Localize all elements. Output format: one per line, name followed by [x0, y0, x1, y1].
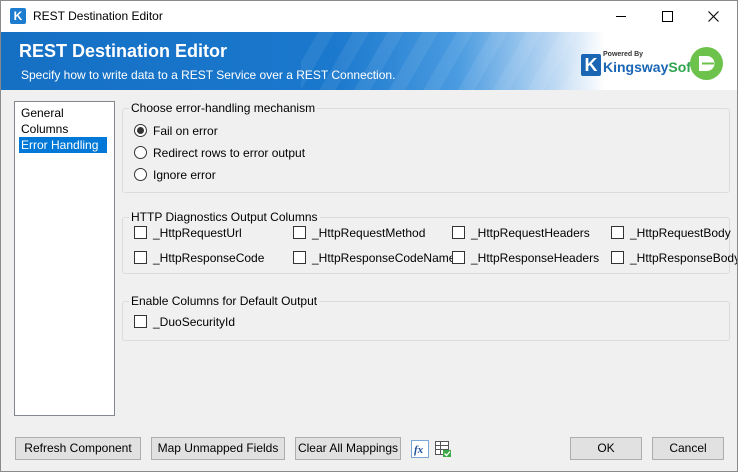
logo-name: KingswaySoft — [603, 59, 696, 75]
radio-button[interactable] — [134, 168, 147, 181]
minimize-button[interactable] — [599, 1, 645, 32]
checkbox[interactable] — [134, 315, 147, 328]
cancel-button[interactable]: Cancel — [652, 437, 724, 460]
radio-button[interactable] — [134, 124, 147, 137]
checkbox-label: _HttpResponseBody — [630, 251, 738, 265]
checkbox[interactable] — [452, 251, 465, 264]
checkbox-label: _HttpRequestMethod — [312, 226, 426, 240]
banner-subtitle: Specify how to write data to a REST Serv… — [21, 68, 396, 82]
checkbox-label: _DuoSecurityId — [153, 315, 236, 329]
kingswaysoft-logo: K Powered By KingswaySoft — [581, 50, 696, 80]
refresh-component-button[interactable]: Refresh Component — [15, 437, 141, 460]
editor-window: K REST Destination Editor REST Destinati… — [0, 0, 738, 472]
fx-icon[interactable]: fx — [411, 440, 429, 458]
default-output-group-title: Enable Columns for Default Output — [129, 294, 320, 308]
checkbox[interactable] — [134, 226, 147, 239]
checkbox-label: _HttpRequestUrl — [153, 226, 242, 240]
close-icon — [708, 11, 719, 22]
default-output-group: Enable Columns for Default Output _DuoSe… — [122, 294, 730, 341]
maximize-button[interactable] — [645, 1, 691, 32]
logo-powered-by: Powered By — [603, 51, 644, 58]
clear-all-mappings-button[interactable]: Clear All Mappings — [295, 437, 401, 460]
radio-button[interactable] — [134, 146, 147, 159]
close-button[interactable] — [691, 1, 737, 32]
header-banner: REST Destination Editor Specify how to w… — [1, 32, 737, 90]
checkbox[interactable] — [611, 251, 624, 264]
window-title: REST Destination Editor — [33, 9, 163, 23]
nav-item-columns[interactable]: Columns — [19, 121, 70, 137]
checkbox[interactable] — [134, 251, 147, 264]
duo-mark-icon — [699, 56, 715, 71]
radio-label: Redirect rows to error output — [153, 146, 306, 160]
radio-label: Ignore error — [153, 168, 216, 182]
map-unmapped-fields-button[interactable]: Map Unmapped Fields — [151, 437, 285, 460]
title-bar[interactable]: K REST Destination Editor — [1, 1, 737, 32]
minimize-icon — [616, 16, 626, 17]
grid-settings-icon[interactable] — [434, 440, 452, 458]
checkbox-label: _HttpRequestHeaders — [471, 226, 590, 240]
error-handling-group: Choose error-handling mechanism Fail on … — [122, 101, 730, 193]
page-list: General Columns Error Handling — [14, 101, 115, 416]
checkbox[interactable] — [452, 226, 465, 239]
radio-label: Fail on error — [153, 124, 218, 138]
banner-title: REST Destination Editor — [19, 41, 228, 61]
checkbox-label: _HttpResponseHeaders — [471, 251, 600, 265]
nav-item-general[interactable]: General — [19, 105, 66, 121]
checkbox-label: _HttpRequestBody — [630, 226, 731, 240]
app-icon: K — [10, 8, 26, 24]
svg-text:fx: fx — [414, 444, 424, 456]
checkbox-label: _HttpResponseCodeName — [312, 251, 456, 265]
ok-button[interactable]: OK — [570, 437, 642, 460]
duo-logo-icon — [690, 47, 723, 80]
nav-item-error-handling[interactable]: Error Handling — [19, 137, 107, 153]
checkbox[interactable] — [611, 226, 624, 239]
logo-name-main: Kingsway — [603, 59, 669, 75]
maximize-icon — [662, 11, 673, 22]
checkbox-label: _HttpResponseCode — [153, 251, 265, 265]
error-handling-group-title: Choose error-handling mechanism — [129, 101, 318, 115]
logo-k-icon: K — [581, 54, 601, 76]
diagnostics-group-title: HTTP Diagnostics Output Columns — [129, 210, 320, 224]
checkbox[interactable] — [293, 226, 306, 239]
checkbox[interactable] — [293, 251, 306, 264]
diagnostics-group: HTTP Diagnostics Output Columns _HttpReq… — [122, 210, 737, 274]
